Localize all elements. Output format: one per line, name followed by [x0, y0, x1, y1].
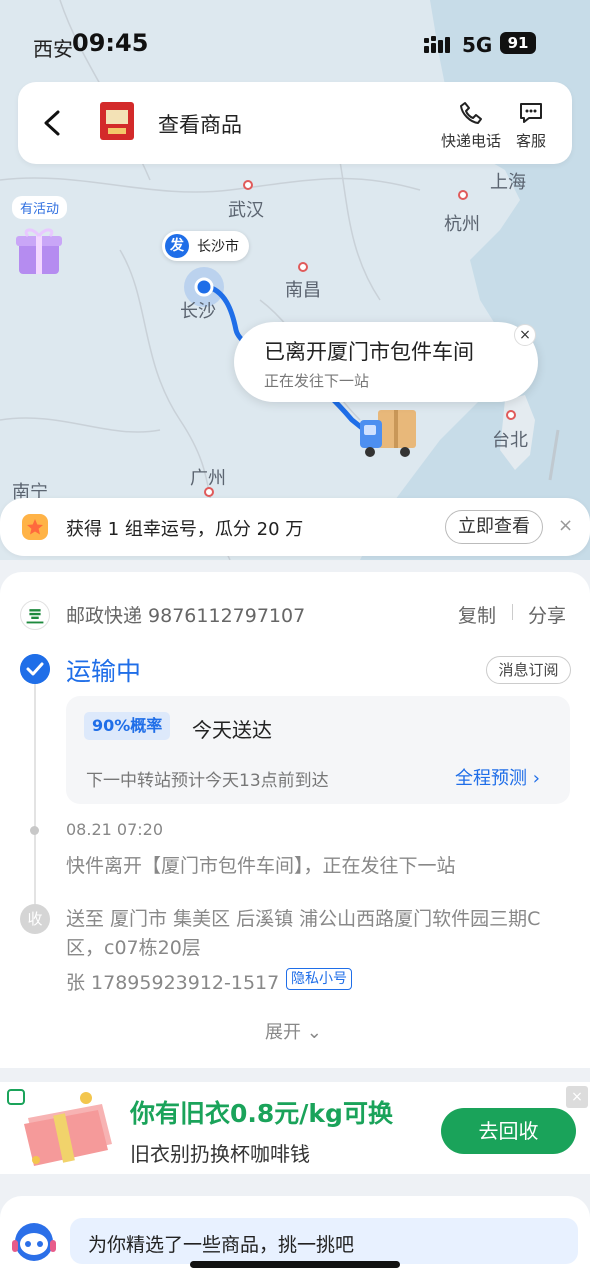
origin-city: 长沙市: [197, 239, 239, 255]
status-bar: 西安 09:45 5G 91: [0, 0, 590, 88]
lucky-banner[interactable]: 获得 1 组幸运号，瓜分 20 万 立即查看 ×: [0, 498, 590, 556]
gift-icon: [16, 228, 62, 274]
activity-badge: 有活动: [12, 196, 68, 219]
chat-icon: [520, 103, 542, 123]
truck-icon: [360, 410, 416, 457]
delivery-address: 送至 厦门市 集美区 后溪镇 浦公山西路厦门软件园三期C区，c07栋20层: [66, 908, 541, 959]
next-stop-text: 下一中转站预计今天13点前到达: [86, 771, 329, 791]
city-marker: [204, 487, 214, 497]
origin-marker[interactable]: 发 长沙市: [162, 231, 249, 261]
ad-subtitle: 旧衣别扔换杯咖啡钱: [130, 1142, 310, 1166]
receive-icon: 收: [20, 904, 50, 934]
privacy-number-badge[interactable]: 隐私小号: [286, 968, 352, 990]
event-description: 快件离开【厦门市包件车间】，正在发往下一站: [66, 855, 456, 877]
city-marker: [298, 262, 308, 272]
city-marker: [243, 180, 253, 190]
location-text: 西安: [33, 37, 73, 61]
full-forecast-link[interactable]: 全程预测 ›: [455, 764, 540, 790]
city-label: 上海: [490, 172, 526, 193]
ad-close-icon[interactable]: ×: [566, 1086, 588, 1108]
city-marker: [458, 190, 468, 200]
battery-level: 91: [500, 32, 536, 54]
timeline-line: [34, 684, 36, 910]
recipient-phone: 张 17895923912-1517: [66, 972, 280, 994]
recommend-bubble[interactable]: 为你精选了一些商品，挑一挑吧: [70, 1218, 578, 1264]
city-label: 杭州: [444, 214, 480, 235]
courier-phone-button[interactable]: 快递电话: [441, 100, 501, 151]
popup-title: 已离开厦门市包件车间: [264, 340, 474, 364]
clock: 09:45: [72, 29, 149, 57]
eta-text: 今天送达: [192, 718, 272, 742]
probability-badge: 90%概率: [84, 712, 171, 740]
recommend-text: 为你精选了一些商品，挑一挑吧: [88, 1234, 355, 1256]
expand-button[interactable]: 展开 ⌄: [265, 1018, 322, 1044]
origin-tag: 发: [165, 234, 189, 258]
activity-entry[interactable]: 有活动: [12, 196, 78, 274]
check-icon: [20, 654, 50, 684]
city-label: 南昌: [285, 280, 321, 301]
back-icon[interactable]: [38, 106, 68, 140]
event-dot: [30, 826, 39, 835]
home-indicator[interactable]: [190, 1261, 400, 1268]
network-type: 5G: [462, 33, 493, 57]
copy-button[interactable]: 复制: [458, 601, 496, 628]
city-label: 长沙: [180, 301, 216, 322]
tracking-popup[interactable]: 已离开厦门市包件车间 正在发往下一站 ×: [234, 322, 538, 402]
lucky-text: 获得 1 组幸运号，瓜分 20 万: [66, 519, 304, 540]
recycle-button[interactable]: 去回收: [441, 1108, 576, 1154]
city-marker: [506, 410, 516, 420]
city-label: 武汉: [228, 200, 264, 221]
shipment-card: 邮政快递 9876112797107 复制 分享 运输中 消息订阅 90%概率 …: [0, 572, 590, 1068]
lucky-star-icon: [22, 514, 48, 540]
money-stack-image: [7, 1089, 112, 1166]
signal-icon: [424, 36, 450, 53]
divider: [512, 604, 513, 620]
ad-title: 你有旧衣0.8元/kg可换: [130, 1099, 393, 1128]
customer-service-button[interactable]: 客服: [516, 100, 546, 151]
product-thumbnail[interactable]: [94, 98, 142, 146]
customer-service-label: 客服: [516, 132, 547, 150]
city-label: 台北: [492, 430, 528, 451]
recycle-ad[interactable]: 你有旧衣0.8元/kg可换 旧衣别扔换杯咖啡钱 去回收 ×: [0, 1082, 590, 1174]
tracking-number: 邮政快递 9876112797107: [66, 605, 306, 627]
popup-subtitle: 正在发往下一站: [264, 372, 370, 390]
share-button[interactable]: 分享: [528, 601, 566, 628]
shipping-status: 运输中: [66, 657, 142, 686]
china-post-logo: [20, 600, 50, 630]
assistant-robot-icon: [12, 1223, 56, 1261]
delivery-prediction: 90%概率 今天送达 下一中转站预计今天13点前到达 全程预测 ›: [66, 696, 570, 804]
header-title[interactable]: 查看商品: [158, 109, 242, 139]
popup-close-button[interactable]: ×: [514, 324, 536, 346]
courier-phone-label: 快递电话: [441, 132, 502, 150]
lucky-close-icon[interactable]: ×: [558, 515, 573, 536]
view-now-button[interactable]: 立即查看: [445, 510, 543, 544]
top-header: 查看商品 快递电话 客服: [18, 82, 572, 164]
subscribe-button[interactable]: 消息订阅: [486, 656, 571, 684]
event-time: 08.21 07:20: [66, 820, 163, 839]
phone-icon: [460, 102, 482, 124]
